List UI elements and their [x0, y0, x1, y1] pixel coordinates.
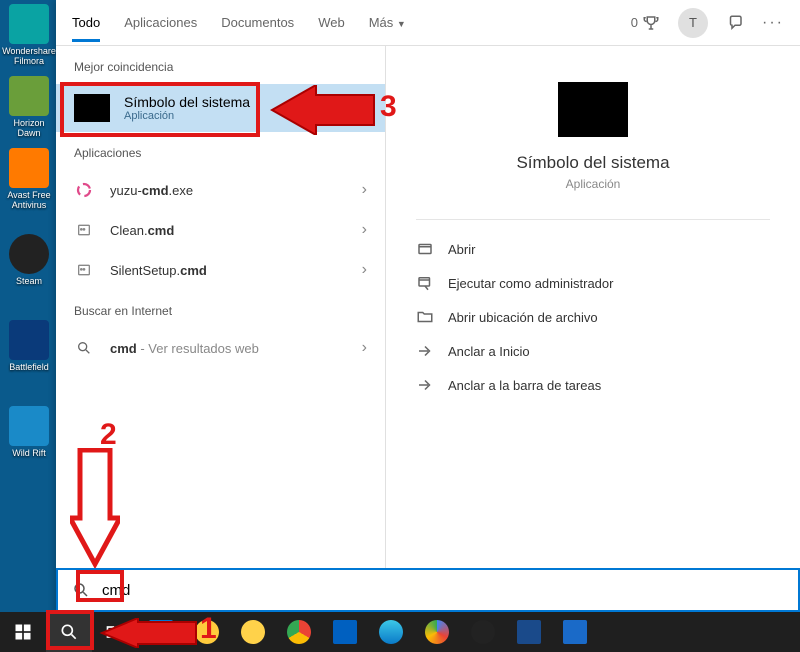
chevron-right-icon: ›: [362, 221, 367, 239]
cmd-large-icon: [558, 82, 628, 137]
app-icon: [74, 180, 94, 200]
desktop-icon[interactable]: Wondershare Filmora: [2, 4, 56, 72]
search-input[interactable]: [102, 582, 784, 599]
cmd-thumbnail-icon: [74, 94, 110, 122]
search-input-box[interactable]: [56, 568, 800, 612]
taskbar-edge[interactable]: [368, 612, 414, 652]
taskbar-app[interactable]: [230, 612, 276, 652]
tab-web[interactable]: Web: [318, 3, 345, 42]
desktop-icon[interactable]: Steam: [2, 234, 56, 302]
search-tabs: Todo Aplicaciones Documentos Web Más ▼: [72, 3, 406, 42]
app-result[interactable]: SilentSetup.cmd ›: [56, 250, 385, 290]
best-match-result[interactable]: Símbolo del sistema Aplicación ›: [56, 84, 385, 132]
action-open-location[interactable]: Abrir ubicación de archivo: [416, 300, 770, 334]
more-icon[interactable]: ···: [762, 14, 784, 32]
chevron-right-icon: ›: [362, 99, 367, 117]
task-view-button[interactable]: [92, 612, 138, 652]
user-avatar[interactable]: T: [678, 8, 708, 38]
web-section-label: Buscar en Internet: [56, 290, 385, 328]
taskbar-app[interactable]: [138, 612, 184, 652]
desktop: Wondershare Filmora Horizon Dawn Avast F…: [0, 0, 58, 612]
chevron-right-icon: ›: [362, 181, 367, 199]
action-pin-taskbar[interactable]: Anclar a la barra de tareas: [416, 368, 770, 402]
taskbar-chrome[interactable]: [276, 612, 322, 652]
rewards-badge[interactable]: 0: [631, 14, 660, 32]
batch-file-icon: [74, 260, 94, 280]
tab-apps[interactable]: Aplicaciones: [124, 3, 197, 42]
search-icon: [72, 581, 90, 599]
action-run-admin[interactable]: Ejecutar como administrador: [416, 266, 770, 300]
app-result[interactable]: Clean.cmd ›: [56, 210, 385, 250]
taskbar-app[interactable]: [184, 612, 230, 652]
pin-icon: [416, 342, 434, 360]
trophy-icon: [642, 14, 660, 32]
taskbar-app[interactable]: [322, 612, 368, 652]
taskbar-virtualbox[interactable]: [506, 612, 552, 652]
search-header: Todo Aplicaciones Documentos Web Más ▼ 0…: [56, 0, 800, 46]
tab-more[interactable]: Más ▼: [369, 3, 406, 42]
taskbar-app[interactable]: [414, 612, 460, 652]
start-button[interactable]: [0, 612, 46, 652]
taskbar: [0, 612, 800, 652]
search-button[interactable]: [46, 612, 92, 652]
preview-subtitle: Aplicación: [566, 177, 621, 191]
desktop-icon[interactable]: Battlefield: [2, 320, 56, 388]
preview-title: Símbolo del sistema: [516, 153, 669, 173]
taskbar-app[interactable]: [552, 612, 598, 652]
results-list: Mejor coincidencia Símbolo del sistema A…: [56, 46, 386, 568]
tab-all[interactable]: Todo: [72, 3, 100, 42]
search-icon: [74, 338, 94, 358]
app-result[interactable]: yuzu-cmd.exe ›: [56, 170, 385, 210]
chevron-right-icon: ›: [362, 339, 367, 357]
feedback-icon[interactable]: [726, 14, 744, 32]
action-pin-start[interactable]: Anclar a Inicio: [416, 334, 770, 368]
web-result[interactable]: cmd - Ver resultados web ›: [56, 328, 385, 368]
result-preview-pane: Símbolo del sistema Aplicación Abrir Eje…: [386, 46, 800, 568]
chevron-down-icon: ▼: [397, 19, 406, 29]
action-open[interactable]: Abrir: [416, 232, 770, 266]
desktop-icon[interactable]: Wild Rift: [2, 406, 56, 474]
pin-icon: [416, 376, 434, 394]
tab-documents[interactable]: Documentos: [221, 3, 294, 42]
admin-icon: [416, 274, 434, 292]
search-results-panel: Todo Aplicaciones Documentos Web Más ▼ 0…: [56, 0, 800, 612]
open-icon: [416, 240, 434, 258]
apps-section-label: Aplicaciones: [56, 132, 385, 170]
best-match-label: Mejor coincidencia: [56, 46, 385, 84]
result-subtitle: Aplicación: [124, 110, 250, 122]
folder-icon: [416, 308, 434, 326]
taskbar-obs[interactable]: [460, 612, 506, 652]
desktop-icon[interactable]: Horizon Dawn: [2, 76, 56, 144]
desktop-icon[interactable]: Avast Free Antivirus: [2, 148, 56, 216]
divider: [416, 219, 770, 220]
batch-file-icon: [74, 220, 94, 240]
result-title: Símbolo del sistema: [124, 94, 250, 110]
chevron-right-icon: ›: [362, 261, 367, 279]
